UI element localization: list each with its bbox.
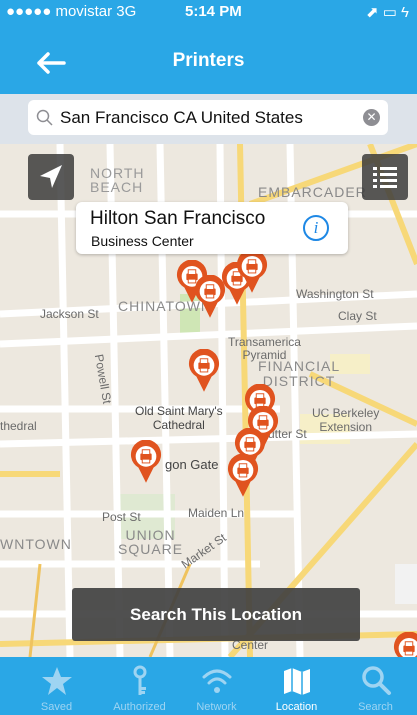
wifi-icon bbox=[202, 669, 232, 693]
callout-title: Hilton San Francisco bbox=[90, 208, 266, 229]
tab-label: Network bbox=[196, 701, 237, 713]
magnifier-icon bbox=[362, 666, 391, 695]
tab-label: Authorized bbox=[113, 701, 166, 713]
search-this-location-button[interactable]: Search This Location bbox=[72, 588, 360, 641]
map-label-jackson-st: Jackson St bbox=[40, 307, 99, 321]
map-label-downtown: WNTOWN bbox=[0, 536, 72, 552]
list-view-button[interactable] bbox=[362, 154, 408, 200]
printer-pin[interactable] bbox=[393, 632, 417, 657]
tab-location[interactable]: Location bbox=[255, 657, 338, 715]
search-bar-container: San Francisco CA United States ✕ bbox=[0, 94, 417, 144]
callout-subtitle: Business Center bbox=[91, 233, 194, 249]
clear-icon[interactable]: ✕ bbox=[363, 109, 380, 126]
tab-bar: Saved Authorized Network Location Search bbox=[0, 657, 417, 715]
map-label-north-beach: NORTH BEACH bbox=[90, 165, 145, 195]
map-icon bbox=[284, 668, 310, 695]
key-icon bbox=[133, 665, 147, 695]
tab-search[interactable]: Search bbox=[334, 657, 417, 715]
map-label-maiden-ln: Maiden Ln bbox=[188, 506, 245, 520]
search-input[interactable]: San Francisco CA United States ✕ bbox=[28, 100, 388, 135]
printer-pin[interactable] bbox=[236, 250, 268, 294]
status-bar: ●●●●● movistar 3G 5:14 PM ⬈ ▭ ϟ bbox=[0, 0, 417, 22]
map-label-washington-st: Washington St bbox=[296, 287, 374, 301]
carrier-signal: ●●●●● movistar 3G bbox=[6, 3, 137, 20]
map-label-union-square: UNION SQUARE bbox=[118, 527, 184, 557]
star-icon bbox=[42, 667, 72, 695]
map-label-gate: gon Gate bbox=[165, 457, 219, 472]
map-label-old-saint-marys: Old Saint Mary's Cathedral bbox=[135, 404, 223, 432]
navigation-bar: Printers bbox=[0, 22, 417, 100]
tab-label: Search bbox=[358, 701, 393, 713]
tab-authorized[interactable]: Authorized bbox=[98, 657, 181, 715]
info-icon[interactable]: i bbox=[303, 215, 329, 241]
printer-callout[interactable]: Hilton San Francisco Business Center i bbox=[76, 202, 348, 254]
tab-network[interactable]: Network bbox=[175, 657, 258, 715]
tab-saved[interactable]: Saved bbox=[15, 657, 98, 715]
search-icon bbox=[36, 109, 53, 126]
list-icon bbox=[373, 167, 397, 188]
page-title: Printers bbox=[172, 50, 245, 71]
status-time: 5:14 PM bbox=[185, 3, 242, 20]
map-label-uc-berkeley: UC Berkeley Extension bbox=[312, 406, 380, 434]
printer-pin[interactable] bbox=[188, 349, 220, 393]
search-value: San Francisco CA United States bbox=[60, 108, 303, 127]
map-label-cathedral: thedral bbox=[0, 419, 37, 433]
location-arrow-icon bbox=[40, 165, 62, 188]
printer-pin[interactable] bbox=[227, 454, 259, 498]
map-label-clay-st: Clay St bbox=[338, 309, 377, 323]
printer-pin[interactable] bbox=[130, 440, 162, 484]
current-location-button[interactable] bbox=[28, 154, 74, 200]
tab-label: Saved bbox=[40, 701, 73, 713]
battery-indicator: ⬈ ▭ ϟ bbox=[365, 4, 409, 21]
map-label-post-st: Post St bbox=[102, 510, 141, 524]
map-label-embarcadero: EMBARCADER bbox=[258, 184, 367, 200]
tab-label: Location bbox=[275, 701, 318, 713]
